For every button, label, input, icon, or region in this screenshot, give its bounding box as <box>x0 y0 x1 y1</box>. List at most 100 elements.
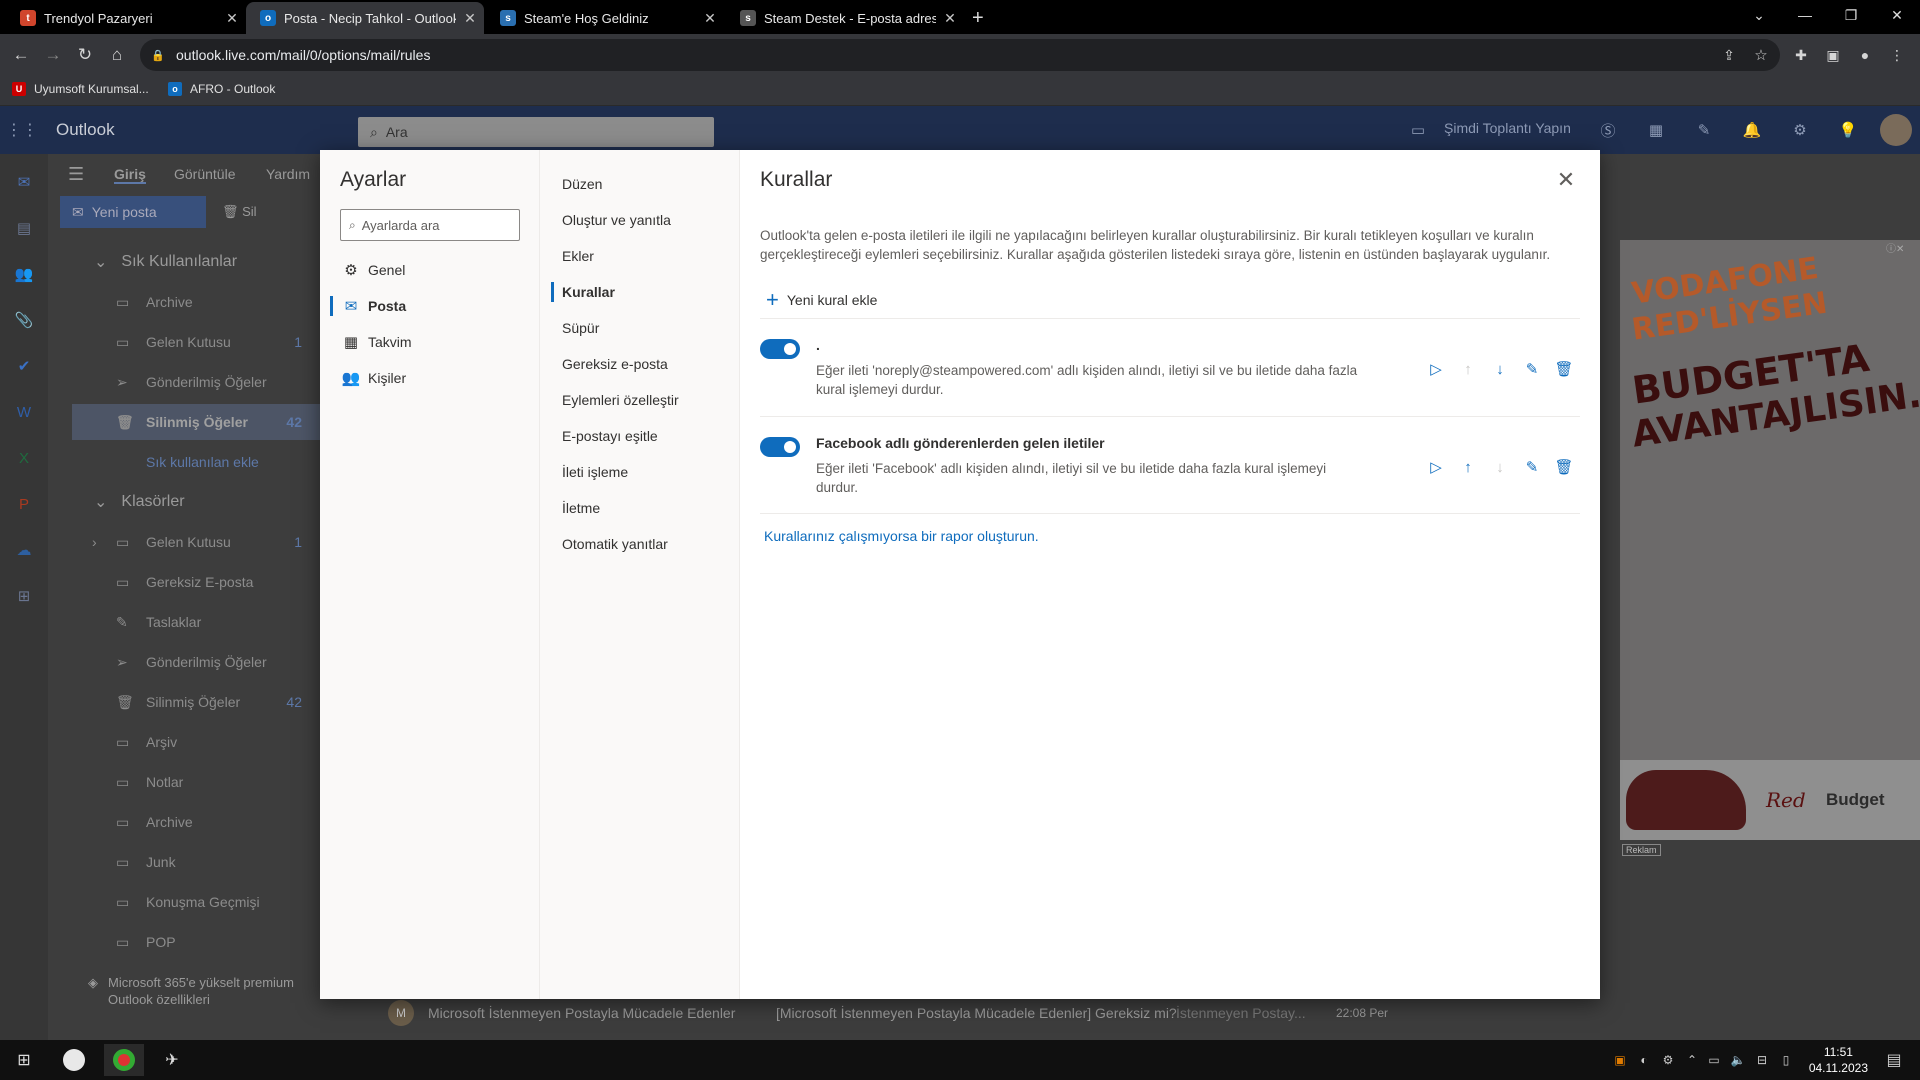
address-bar[interactable]: 🔒 outlook.live.com/mail/0/options/mail/r… <box>140 39 1780 71</box>
rule-toggle[interactable] <box>760 339 800 359</box>
extensions-icon[interactable]: ✚ <box>1788 42 1814 68</box>
nav-item-people[interactable]: 👥 Kişiler <box>320 360 540 396</box>
subnav-customize-actions[interactable]: Eylemleri özelleştir <box>540 382 740 418</box>
profile-icon[interactable]: ● <box>1852 42 1878 68</box>
menu-icon[interactable]: ⋮ <box>1884 42 1910 68</box>
delete-icon[interactable]: 🗑 <box>1548 455 1580 479</box>
folder-item[interactable]: ▭ Konuşma Geçmişi <box>48 884 320 920</box>
back-icon[interactable]: ← <box>8 42 34 68</box>
folders-header[interactable]: ⌄ Klasörler <box>94 484 185 520</box>
lightbulb-icon[interactable]: 💡 <box>1838 120 1858 140</box>
folder-item[interactable]: ▭ Gereksiz E-posta <box>48 564 320 600</box>
subnav-sweep[interactable]: Süpür <box>540 310 740 346</box>
volume-icon[interactable]: 🔈 <box>1730 1050 1746 1070</box>
folder-item[interactable]: 🗑 Silinmiş Öğeler 42 <box>48 684 320 720</box>
folder-item[interactable]: › ▭ Gelen Kutusu 1 <box>48 524 320 560</box>
move-down-icon[interactable]: ↓ <box>1484 357 1516 381</box>
onedrive-icon[interactable]: ☁ <box>12 538 36 562</box>
delete-icon[interactable]: 🗑 <box>1548 357 1580 381</box>
avatar[interactable] <box>1880 114 1912 146</box>
tab-steam-welcome[interactable]: s Steam'e Hoş Geldiniz ✕ <box>486 2 724 34</box>
tray-icon[interactable]: ▣ <box>1612 1050 1628 1070</box>
ribbon-tab-view[interactable]: Görüntüle <box>174 166 235 182</box>
close-tab-icon[interactable]: ✕ <box>696 10 724 27</box>
teamviewer-icon[interactable] <box>54 1044 94 1076</box>
close-tab-icon[interactable]: ✕ <box>218 10 246 27</box>
folder-item[interactable]: ➢ Gönderilmiş Öğeler <box>48 364 320 400</box>
subnav-junk[interactable]: Gereksiz e-posta <box>540 346 740 382</box>
close-tab-icon[interactable]: ✕ <box>456 10 484 27</box>
tab-steam-support[interactable]: s Steam Destek - E-posta adresim... ✕ <box>726 2 964 34</box>
share-icon[interactable]: ⇪ <box>1716 42 1742 68</box>
add-rule-button[interactable]: + Yeni kural ekle <box>766 287 877 313</box>
message-list-row[interactable]: M Microsoft İstenmeyen Postayla Mücadele… <box>356 996 1596 1030</box>
tray-icon[interactable]: ▭ <box>1706 1050 1722 1070</box>
upgrade-banner[interactable]: ◈ Microsoft 365'e yükselt premium Outloo… <box>88 974 308 1008</box>
tray-icon[interactable]: ⌃ <box>1684 1050 1700 1070</box>
folder-item[interactable]: ▭ Archive <box>48 804 320 840</box>
side-panel-icon[interactable]: ▣ <box>1820 42 1846 68</box>
folder-item[interactable]: ▭ Junk <box>48 844 320 880</box>
subnav-message-handling[interactable]: İleti işleme <box>540 454 740 490</box>
bookmark-uyumsoft[interactable]: U Uyumsoft Kurumsal... <box>12 82 149 96</box>
folder-item[interactable]: ▭ Arşiv <box>48 724 320 760</box>
ribbon-tab-help[interactable]: Yardım <box>266 166 310 182</box>
mail-search-input[interactable]: ⌕ Ara <box>358 117 714 147</box>
close-window-button[interactable]: ✕ <box>1874 0 1920 30</box>
teams-icon[interactable]: ▦ <box>1646 120 1666 140</box>
people-icon[interactable]: 👥 <box>12 262 36 286</box>
bell-icon[interactable]: 🔔 <box>1742 120 1762 140</box>
skype-icon[interactable]: Ⓢ <box>1598 120 1618 140</box>
close-tab-icon[interactable]: ✕ <box>936 10 964 27</box>
close-ad-icon[interactable]: ⓘ✕ <box>1886 240 1904 255</box>
tab-outlook[interactable]: o Posta - Necip Tahkol - Outlook ✕ <box>246 2 484 34</box>
settings-search-input[interactable]: ⌕ Ayarlarda ara <box>340 209 520 241</box>
move-up-icon[interactable]: ↑ <box>1452 357 1484 381</box>
tab-search-icon[interactable]: ⌄ <box>1736 0 1782 30</box>
restore-button[interactable]: ❐ <box>1828 0 1874 30</box>
bookmark-star-icon[interactable]: ☆ <box>1748 42 1774 68</box>
move-up-icon[interactable]: ↑ <box>1452 455 1484 479</box>
subnav-rules[interactable]: Kurallar <box>540 274 740 310</box>
home-icon[interactable]: ⌂ <box>104 42 130 68</box>
close-icon[interactable]: ✕ <box>1552 166 1580 194</box>
subnav-forwarding[interactable]: İletme <box>540 490 740 526</box>
nav-item-calendar[interactable]: ▦ Takvim <box>320 324 540 360</box>
nav-item-general[interactable]: ⚙ Genel <box>320 252 540 288</box>
ribbon-tab-home[interactable]: Giriş <box>114 166 146 184</box>
forward-icon[interactable]: → <box>40 42 66 68</box>
folder-item-selected[interactable]: 🗑 Silinmiş Öğeler 42 <box>72 404 320 440</box>
advertisement[interactable]: VODAFONE RED'LİYSEN BUDGET'TA AVANTAJLIS… <box>1620 240 1920 840</box>
subnav-attachments[interactable]: Ekler <box>540 238 740 274</box>
word-icon[interactable]: W <box>12 400 36 424</box>
nav-item-mail[interactable]: ✉ Posta <box>320 288 540 324</box>
chrome-icon[interactable] <box>104 1044 144 1076</box>
hamburger-icon[interactable]: ☰ <box>68 164 84 185</box>
run-rule-icon[interactable]: ▷ <box>1420 455 1452 479</box>
folder-item[interactable]: ▭ Gelen Kutusu 1 <box>48 324 320 360</box>
attach-icon[interactable]: 📎 <box>12 308 36 332</box>
calendar-icon[interactable]: ▤ <box>12 216 36 240</box>
minimize-button[interactable]: — <box>1782 0 1828 30</box>
powerpoint-icon[interactable]: P <box>12 492 36 516</box>
edit-icon[interactable]: ✎ <box>1516 357 1548 381</box>
clock[interactable]: 11:51 04.11.2023 <box>1809 1044 1868 1076</box>
apps-icon[interactable]: ⊞ <box>12 584 36 608</box>
todo-check-icon[interactable]: ✔ <box>12 354 36 378</box>
edit-icon[interactable]: ✎ <box>1516 455 1548 479</box>
app-icon[interactable]: ✈ <box>152 1044 192 1076</box>
tray-icon[interactable]: ◐ <box>1636 1050 1652 1070</box>
mail-icon[interactable]: ✉ <box>12 170 36 194</box>
add-favorite-link[interactable]: Sık kullanılan ekle <box>146 454 259 470</box>
folder-item[interactable]: ▭ POP <box>48 924 320 960</box>
app-launcher-icon[interactable]: ⋮⋮ <box>6 120 38 140</box>
gear-icon[interactable]: ⚙ <box>1790 120 1810 140</box>
subnav-compose[interactable]: Oluştur ve yanıtla <box>540 202 740 238</box>
subnav-layout[interactable]: Düzen <box>540 166 740 202</box>
new-tab-button[interactable]: + <box>968 2 998 34</box>
bookmark-afro[interactable]: o AFRO - Outlook <box>168 82 275 96</box>
excel-icon[interactable]: X <box>12 446 36 470</box>
run-rule-icon[interactable]: ▷ <box>1420 357 1452 381</box>
report-link[interactable]: Kurallarınız çalışmıyorsa bir rapor oluş… <box>764 528 1039 544</box>
folder-item[interactable]: ➢ Gönderilmiş Öğeler <box>48 644 320 680</box>
